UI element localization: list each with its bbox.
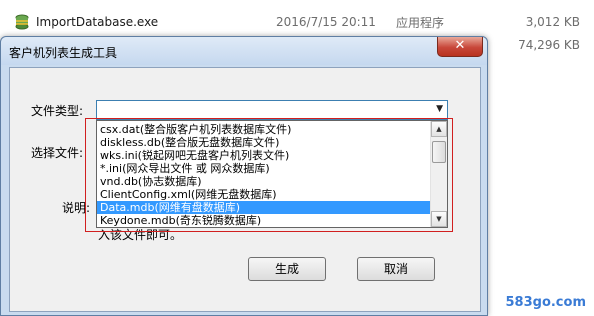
description-text: 入该文件即可。: [98, 228, 183, 242]
file-type-select[interactable]: ▼: [96, 100, 448, 120]
file-name: ImportDatabase.exe: [36, 15, 159, 29]
file-type: 应用程序: [396, 15, 445, 30]
dropdown-option[interactable]: csx.dat(整合版客户机列表数据库文件): [97, 123, 430, 136]
description-label: 说明:: [62, 201, 91, 215]
cancel-button[interactable]: 取消: [357, 257, 435, 281]
close-icon: ✕: [454, 38, 466, 53]
file-size: 3,012 KB: [525, 15, 580, 29]
scroll-up-icon[interactable]: ▲: [431, 121, 447, 137]
scroll-down-icon[interactable]: ▼: [431, 211, 447, 227]
scrollbar-thumb[interactable]: [432, 141, 446, 163]
dropdown-option[interactable]: wks.ini(锐起网吧无盘客户机列表文件): [97, 149, 430, 162]
site-watermark: 583go.com: [505, 295, 587, 310]
file-type-label: 文件类型:: [31, 104, 84, 118]
generate-button[interactable]: 生成: [248, 257, 326, 281]
file-row[interactable]: ImportDatabase.exe 2016/7/15 20:11 应用程序 …: [0, 11, 594, 33]
select-file-label: 选择文件:: [31, 146, 84, 160]
file-date: 2016/7/15 20:11: [276, 15, 376, 29]
dropdown-option-selected[interactable]: Data.mdb(网维有盘数据库): [97, 201, 430, 214]
dropdown-option[interactable]: vnd.db(协志数据库): [97, 175, 430, 188]
file-type-dropdown-list[interactable]: csx.dat(整合版客户机列表数据库文件) diskless.db(整合版无盘…: [96, 120, 448, 228]
dialog-title: 客户机列表生成工具: [9, 46, 118, 60]
dropdown-scrollbar[interactable]: ▲ ▼: [430, 121, 447, 227]
dialog-titlebar[interactable]: 客户机列表生成工具 ✕: [1, 37, 487, 65]
dropdown-option[interactable]: *.ini(网众导出文件 或 网众数据库): [97, 162, 430, 175]
dropdown-option[interactable]: diskless.db(整合版无盘数据库文件): [97, 136, 430, 149]
close-button[interactable]: ✕: [437, 37, 483, 57]
file-size: 74,296 KB: [518, 38, 580, 52]
dropdown-option[interactable]: Keydone.mdb(奇东锐腾数据库): [97, 214, 430, 227]
chevron-down-icon[interactable]: ▼: [436, 104, 443, 114]
database-exe-icon: [15, 14, 29, 30]
dropdown-option[interactable]: ClientConfig.xml(网维无盘数据库): [97, 188, 430, 201]
